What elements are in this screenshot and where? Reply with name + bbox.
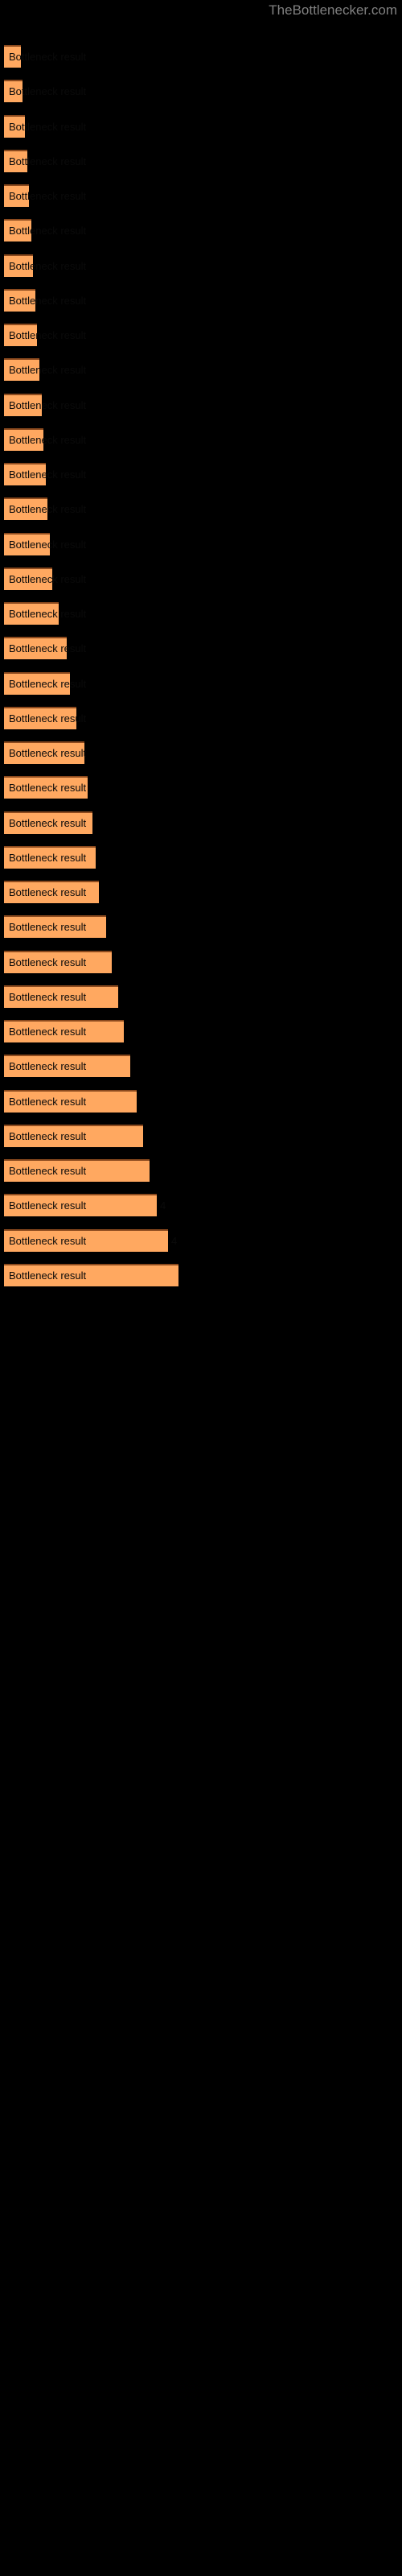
bar-value-label: 4 (171, 1234, 178, 1247)
bar[interactable] (4, 1055, 130, 1078)
bar[interactable] (4, 184, 29, 207)
bar[interactable] (4, 1194, 157, 1217)
bar[interactable] (4, 463, 46, 485)
bar[interactable] (4, 1263, 178, 1286)
bar[interactable] (4, 219, 31, 242)
bar[interactable] (4, 602, 59, 625)
bar[interactable] (4, 985, 118, 1008)
bar[interactable] (4, 149, 27, 172)
bar[interactable] (4, 776, 88, 799)
bar[interactable] (4, 324, 37, 346)
bar[interactable] (4, 497, 47, 521)
bar[interactable] (4, 114, 25, 138)
bar-value-label: 4 (160, 1199, 166, 1212)
bar[interactable] (4, 45, 21, 68)
bar[interactable] (4, 1228, 168, 1252)
bar[interactable] (4, 881, 99, 903)
bar[interactable] (4, 532, 50, 555)
bar[interactable] (4, 254, 33, 277)
bar[interactable] (4, 1020, 124, 1042)
bar[interactable] (4, 1089, 137, 1113)
bar-chart-plot-area: Bottleneck result Bottleneck result Bottle… (0, 0, 402, 2576)
bar[interactable] (4, 671, 70, 695)
bar[interactable] (4, 637, 67, 660)
bar[interactable] (4, 1159, 150, 1182)
bar[interactable] (4, 741, 84, 764)
chart-clip-region: TheBottlenecker.com Bottleneck result Bot… (0, 0, 402, 2576)
bar[interactable] (4, 393, 42, 416)
bar[interactable] (4, 427, 43, 451)
bar[interactable] (4, 706, 76, 729)
bar[interactable] (4, 80, 23, 103)
bar[interactable] (4, 845, 96, 869)
bar[interactable] (4, 1124, 143, 1147)
bar[interactable] (4, 567, 52, 590)
bar[interactable] (4, 915, 106, 939)
bar[interactable] (4, 811, 92, 834)
chart-root: TheBottlenecker.com Bottleneck result Bot… (0, 0, 402, 2576)
bar[interactable] (4, 358, 39, 382)
bar[interactable] (4, 950, 112, 973)
bar[interactable] (4, 288, 35, 312)
